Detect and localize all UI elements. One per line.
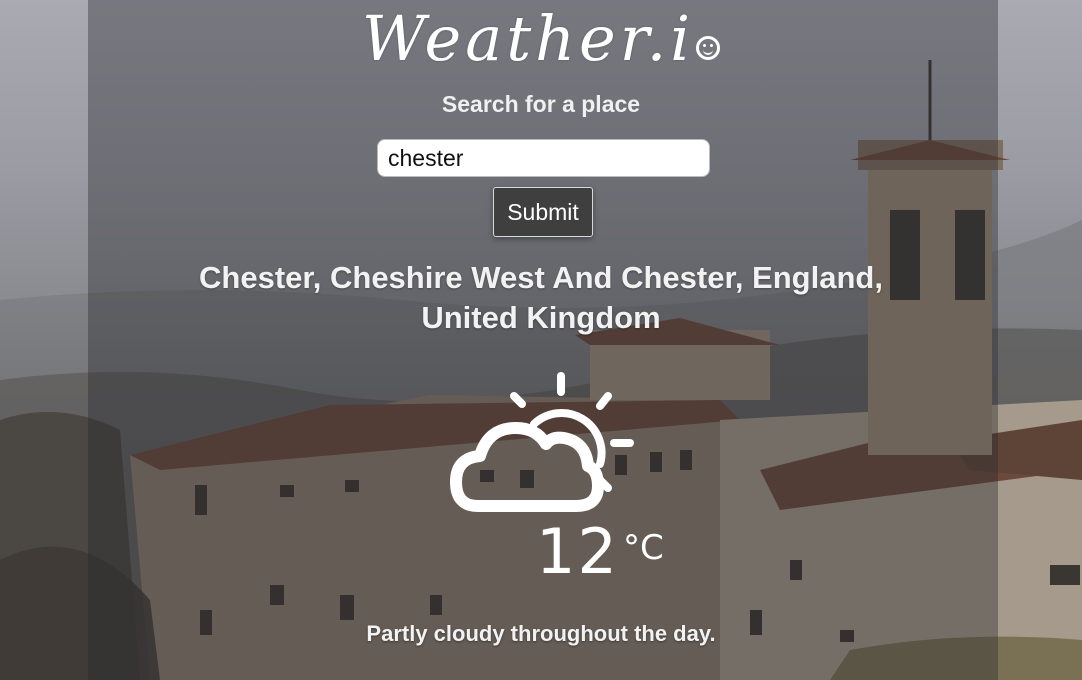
weather-description: Partly cloudy throughout the day.: [366, 621, 716, 646]
location-name: Chester, Cheshire West And Chester, Engl…: [199, 260, 883, 335]
app-logo: Weather.i: [0, 4, 1082, 74]
temperature-unit: °C: [623, 528, 664, 568]
search-heading: Search for a place: [441, 91, 641, 117]
app-logo-text: Weather.i: [361, 2, 695, 75]
temperature-value: 12: [536, 515, 619, 588]
smiley-o-icon: [696, 36, 721, 60]
partly-cloudy-day-icon: [450, 372, 634, 512]
submit-button[interactable]: Submit: [493, 187, 593, 237]
search-input[interactable]: [377, 139, 710, 177]
